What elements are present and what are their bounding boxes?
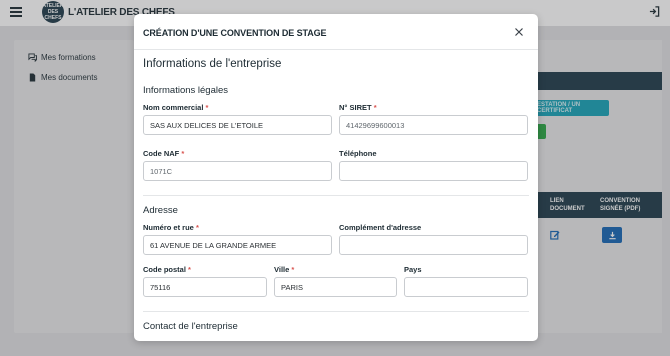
convention-modal: CRÉATION D'UNE CONVENTION DE STAGE Infor… (134, 14, 538, 341)
modal-header: CRÉATION D'UNE CONVENTION DE STAGE (134, 14, 538, 50)
complement-input[interactable] (339, 235, 528, 255)
pays-label: Pays (404, 265, 422, 274)
legal-heading: Informations légales (143, 85, 229, 96)
naf-label: Code NAF * (143, 149, 185, 158)
nom-commercial-input[interactable]: SAS AUX DELICES DE L'ETOILE (143, 115, 332, 135)
siret-label: N° SIRET * (339, 103, 377, 112)
telephone-input[interactable] (339, 161, 528, 181)
ville-input[interactable]: PARIS (274, 277, 397, 297)
telephone-label: Téléphone (339, 149, 377, 158)
rue-input[interactable]: 61 AVENUE DE LA GRANDE ARMEE (143, 235, 332, 255)
ville-label: Ville * (274, 265, 295, 274)
modal-title: CRÉATION D'UNE CONVENTION DE STAGE (143, 28, 327, 38)
pays-input[interactable] (404, 277, 528, 297)
nom-commercial-label: Nom commercial * (143, 103, 209, 112)
section-divider (143, 311, 529, 312)
section-title: Informations de l'entreprise (143, 58, 282, 70)
code-postal-input[interactable]: 75116 (143, 277, 267, 297)
code-postal-label: Code postal * (143, 265, 191, 274)
contact-heading: Contact de l'entreprise (143, 321, 238, 332)
complement-label: Complément d'adresse (339, 223, 422, 232)
rue-label: Numéro et rue * (143, 223, 199, 232)
close-icon[interactable] (514, 27, 524, 37)
siret-input[interactable]: 41429699600013 (339, 115, 528, 135)
address-heading: Adresse (143, 205, 178, 216)
naf-input[interactable]: 1071C (143, 161, 332, 181)
section-divider (143, 195, 529, 196)
